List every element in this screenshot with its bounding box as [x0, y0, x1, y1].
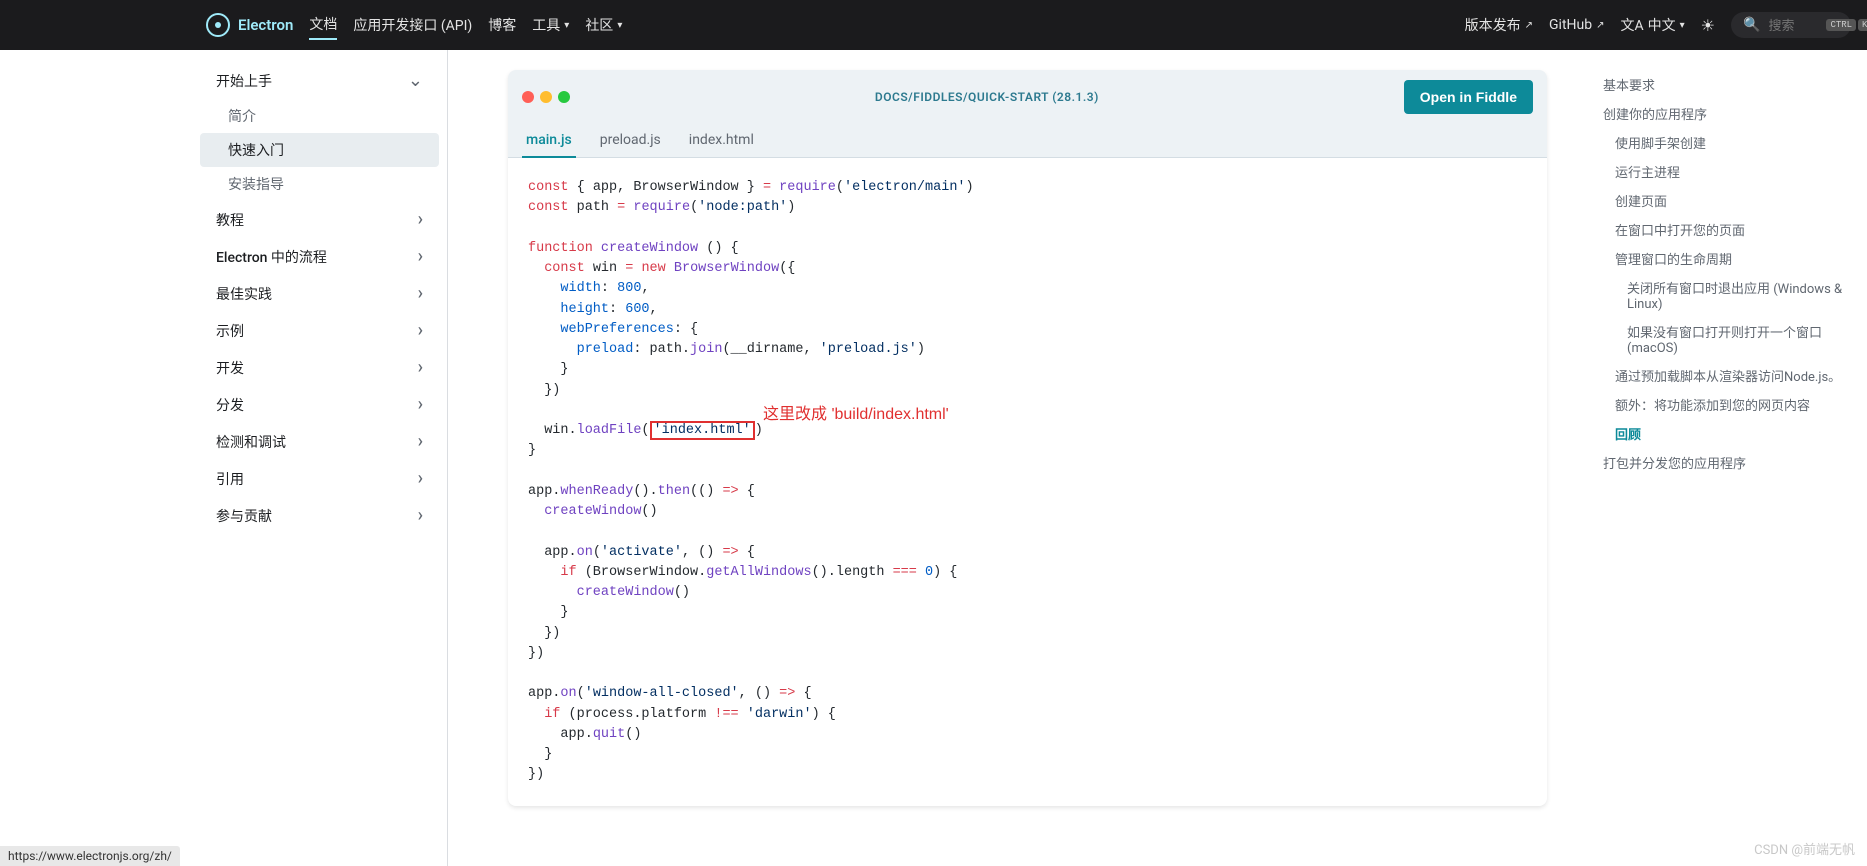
nav-github[interactable]: GitHub ↗ [1549, 13, 1604, 37]
toc-item[interactable]: 在窗口中打开您的页面 [1603, 215, 1851, 244]
fiddle-title: DOCS/FIDDLES/QUICK-START (28.1.3) [570, 90, 1404, 104]
toc-item[interactable]: 关闭所有窗口时退出应用 (Windows & Linux) [1603, 273, 1851, 317]
toc-item[interactable]: 创建页面 [1603, 186, 1851, 215]
nav-blog[interactable]: 博客 [488, 11, 516, 39]
translate-icon: 文A [1620, 15, 1643, 35]
sidebar-category[interactable]: 检测和调试› [200, 423, 439, 460]
external-link-icon: ↗ [1525, 20, 1533, 31]
sidebar-category[interactable]: 参与贡献› [200, 497, 439, 534]
sidebar-category[interactable]: 教程› [200, 201, 439, 238]
chevron-down-icon: ▾ [617, 20, 622, 31]
electron-logo-icon [206, 13, 230, 37]
sidebar-item[interactable]: 简介 [200, 99, 439, 133]
annotation-text: 这里改成 'build/index.html' [763, 403, 949, 427]
toc-item[interactable]: 通过预加载脚本从渲染器访问Node.js。 [1603, 361, 1851, 390]
sidebar-category[interactable]: 最佳实践› [200, 275, 439, 312]
chevron-right-icon: › [418, 505, 423, 526]
fiddle-tabs: main.js preload.js index.html [508, 124, 1547, 158]
main-content: DOCS/FIDDLES/QUICK-START (28.1.3) Open i… [448, 50, 1587, 866]
chevron-right-icon: › [418, 468, 423, 489]
kbd-shortcut: CTRLK [1826, 19, 1867, 31]
chevron-right-icon: › [418, 357, 423, 378]
theme-toggle-icon[interactable]: ☀ [1701, 16, 1715, 35]
highlighted-code: 'index.html' [650, 421, 755, 440]
sidebar-category[interactable]: 开始上手⌄ [200, 62, 439, 99]
nav-docs[interactable]: 文档 [309, 10, 337, 40]
nav-api[interactable]: 应用开发接口 (API) [353, 11, 472, 39]
nav-tools[interactable]: 工具▾ [532, 11, 569, 39]
toc-item[interactable]: 使用脚手架创建 [1603, 128, 1851, 157]
watermark: CSDN @前端无帆 [1754, 839, 1855, 858]
traffic-light-green-icon [558, 91, 570, 103]
toc-item[interactable]: 打包并分发您的应用程序 [1603, 448, 1851, 477]
nav-language[interactable]: 文A 中文▾ [1620, 11, 1684, 39]
chevron-right-icon: › [418, 431, 423, 452]
sidebar-category[interactable]: 开发› [200, 349, 439, 386]
navbar: Electron 文档 应用开发接口 (API) 博客 工具▾ 社区▾ 版本发布… [0, 0, 1867, 50]
search-input[interactable] [1768, 18, 1818, 33]
toc-item[interactable]: 运行主进程 [1603, 157, 1851, 186]
sidebar-category[interactable]: 示例› [200, 312, 439, 349]
chevron-down-icon: ⌄ [408, 70, 423, 91]
code-area: const { app, BrowserWindow } = require('… [508, 158, 1547, 806]
code-content: const { app, BrowserWindow } = require('… [528, 178, 1527, 786]
traffic-lights [522, 91, 570, 103]
fiddle-box: DOCS/FIDDLES/QUICK-START (28.1.3) Open i… [508, 70, 1547, 806]
chevron-right-icon: › [418, 283, 423, 304]
sidebar-category[interactable]: 分发› [200, 386, 439, 423]
toc-item[interactable]: 管理窗口的生命周期 [1603, 244, 1851, 273]
sidebar-category[interactable]: 引用› [200, 460, 439, 497]
chevron-right-icon: › [418, 246, 423, 267]
open-in-fiddle-button[interactable]: Open in Fiddle [1404, 80, 1533, 114]
tab-mainjs[interactable]: main.js [522, 124, 576, 158]
search-box[interactable]: 🔍 CTRLK [1731, 12, 1851, 38]
chevron-right-icon: › [418, 209, 423, 230]
traffic-light-yellow-icon [540, 91, 552, 103]
nav-releases[interactable]: 版本发布 ↗ [1465, 11, 1533, 39]
toc-item[interactable]: 回顾 [1603, 419, 1851, 448]
nav-community[interactable]: 社区▾ [585, 11, 622, 39]
toc-item[interactable]: 基本要求 [1603, 70, 1851, 99]
toc-item[interactable]: 额外：将功能添加到您的网页内容 [1603, 390, 1851, 419]
chevron-right-icon: › [418, 320, 423, 341]
sidebar-item[interactable]: 快速入门 [200, 133, 439, 167]
toc-item[interactable]: 创建你的应用程序 [1603, 99, 1851, 128]
chevron-down-icon: ▾ [564, 20, 569, 31]
logo-link[interactable]: Electron [206, 13, 293, 37]
sidebar-category[interactable]: Electron 中的流程› [200, 238, 439, 275]
sidebar: 开始上手⌄简介快速入门安装指导教程›Electron 中的流程›最佳实践›示例›… [0, 50, 448, 866]
chevron-down-icon: ▾ [1680, 20, 1685, 31]
search-icon: 🔍 [1743, 17, 1760, 33]
tab-indexhtml[interactable]: index.html [685, 124, 758, 158]
traffic-light-red-icon [522, 91, 534, 103]
chevron-right-icon: › [418, 394, 423, 415]
brand-text: Electron [238, 16, 293, 34]
table-of-contents: 基本要求创建你的应用程序使用脚手架创建运行主进程创建页面在窗口中打开您的页面管理… [1587, 50, 1867, 866]
external-link-icon: ↗ [1596, 20, 1604, 31]
tab-preloadjs[interactable]: preload.js [596, 124, 665, 158]
status-bar-url: https://www.electronjs.org/zh/ [0, 846, 180, 866]
sidebar-item[interactable]: 安装指导 [200, 167, 439, 201]
toc-item[interactable]: 如果没有窗口打开则打开一个窗口 (macOS) [1603, 317, 1851, 361]
